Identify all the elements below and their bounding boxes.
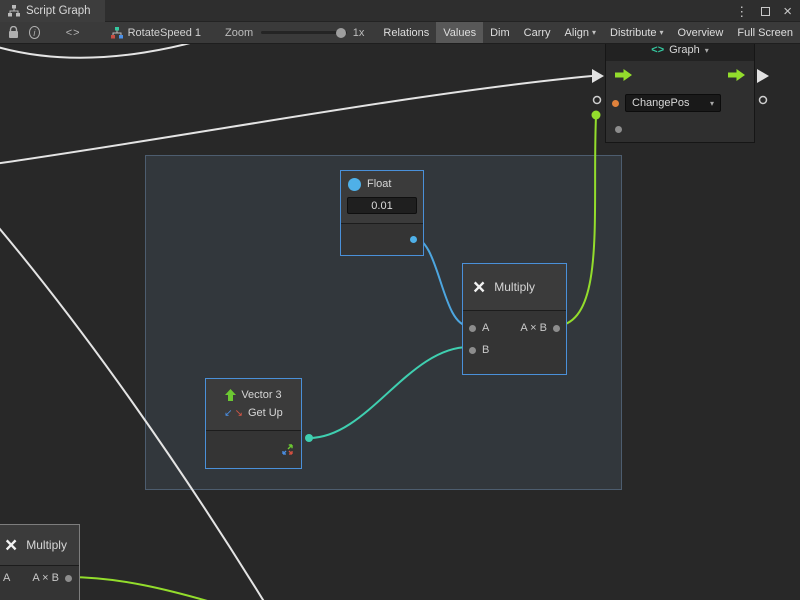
window-close-icon[interactable]: × bbox=[783, 4, 792, 19]
float-value-text: 0.01 bbox=[371, 200, 392, 212]
chevron-down-icon: ▾ bbox=[660, 28, 664, 37]
graph-changepos-node[interactable]: <> Graph ▾ ChangePos ▾ bbox=[605, 38, 755, 143]
chevron-down-icon: ▾ bbox=[592, 28, 596, 37]
lock-icon[interactable] bbox=[8, 26, 19, 39]
multiply-node[interactable]: × Multiply A A × B B bbox=[462, 263, 567, 375]
arrow-down-right-icon: ↘ bbox=[235, 408, 243, 419]
multiply-input-b-label: B bbox=[482, 344, 489, 356]
multiply-icon: × bbox=[5, 535, 17, 556]
code-view-icon[interactable]: <> bbox=[66, 27, 81, 39]
multiply-partial-out-label: A × B bbox=[32, 566, 59, 590]
chevron-down-icon: ▾ bbox=[705, 46, 709, 55]
multiply-node-partial[interactable]: × Multiply A A × B bbox=[0, 524, 80, 600]
flow-input-arrow-icon[interactable] bbox=[615, 69, 632, 81]
changepos-dropdown[interactable]: ChangePos ▾ bbox=[625, 94, 721, 112]
code-icon: <> bbox=[651, 44, 664, 56]
window-maximize-icon[interactable] bbox=[761, 7, 770, 16]
multiply-output-port[interactable] bbox=[553, 325, 560, 332]
script-graph-icon bbox=[111, 27, 123, 39]
float-node-title: Float bbox=[367, 178, 391, 190]
script-graph-tab[interactable]: Script Graph bbox=[0, 0, 105, 22]
float-node[interactable]: Float 0.01 bbox=[340, 170, 424, 256]
zoom-slider-handle[interactable] bbox=[336, 28, 346, 38]
zoom-slider[interactable] bbox=[261, 31, 347, 34]
relations-button[interactable]: Relations bbox=[376, 22, 436, 44]
window-menu-icon[interactable]: ⋮ bbox=[735, 5, 748, 18]
overview-button[interactable]: Overview bbox=[671, 22, 731, 44]
multiply-input-a-label: A bbox=[482, 322, 489, 334]
up-arrow-icon bbox=[225, 389, 236, 401]
changepos-dropdown-value: ChangePos bbox=[632, 97, 690, 109]
arrow-down-left-icon: ↙ bbox=[224, 408, 232, 419]
getup-node-subtitle: Get Up bbox=[248, 407, 283, 419]
fullscreen-button[interactable]: Full Screen bbox=[730, 22, 800, 44]
float-type-icon bbox=[348, 178, 361, 191]
carry-button[interactable]: Carry bbox=[517, 22, 558, 44]
graph-reference[interactable]: RotateSpeed 1 bbox=[111, 27, 201, 39]
info-icon[interactable]: i bbox=[29, 26, 40, 39]
float-output-port[interactable] bbox=[410, 236, 417, 243]
window-titlebar: Script Graph ⋮ × bbox=[0, 0, 800, 22]
distribute-button[interactable]: Distribute▾ bbox=[603, 22, 670, 44]
multiply-partial-a-label: A bbox=[3, 566, 10, 590]
values-button[interactable]: Values bbox=[436, 22, 483, 44]
multiply-partial-title: Multiply bbox=[26, 538, 67, 552]
multiply-partial-output-port[interactable] bbox=[65, 575, 72, 582]
zoom-value: 1x bbox=[353, 27, 365, 39]
align-button[interactable]: Align▾ bbox=[558, 22, 603, 44]
script-graph-tab-icon bbox=[8, 5, 20, 17]
graph-node-extra-port[interactable] bbox=[615, 126, 622, 133]
dim-button[interactable]: Dim bbox=[483, 22, 517, 44]
float-value-input[interactable]: 0.01 bbox=[347, 197, 417, 214]
changepos-input-port[interactable] bbox=[612, 100, 619, 107]
graph-node-title: Graph bbox=[669, 44, 700, 56]
graph-reference-label: RotateSpeed 1 bbox=[128, 27, 201, 39]
multiply-icon: × bbox=[473, 277, 485, 298]
graph-toolbar: i <> RotateSpeed 1 Zoom 1x Relations Val… bbox=[0, 22, 800, 44]
flow-output-arrow-icon[interactable] bbox=[728, 69, 745, 81]
vector3-getup-node[interactable]: Vector 3 ↙ ↘ Get Up bbox=[205, 378, 302, 469]
multiply-input-a-port[interactable] bbox=[469, 325, 476, 332]
window-tab-title: Script Graph bbox=[26, 5, 91, 17]
toolbar-button-group: Relations Values Dim Carry Align▾ Distri… bbox=[376, 22, 800, 44]
vector3-node-title: Vector 3 bbox=[241, 389, 281, 401]
multiply-node-title: Multiply bbox=[494, 280, 535, 294]
vector3-output-type-icon[interactable] bbox=[281, 443, 294, 456]
zoom-label: Zoom bbox=[225, 27, 253, 39]
multiply-output-label: A × B bbox=[520, 322, 547, 334]
chevron-down-icon: ▾ bbox=[710, 99, 714, 108]
multiply-input-b-port[interactable] bbox=[469, 347, 476, 354]
